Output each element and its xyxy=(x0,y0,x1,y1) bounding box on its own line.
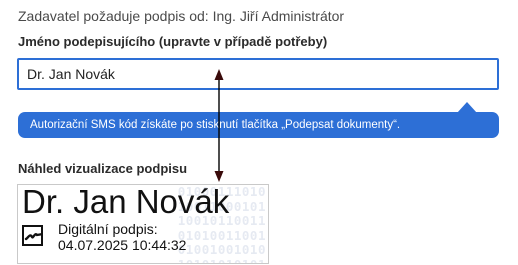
double-headed-arrow-icon xyxy=(214,69,224,182)
